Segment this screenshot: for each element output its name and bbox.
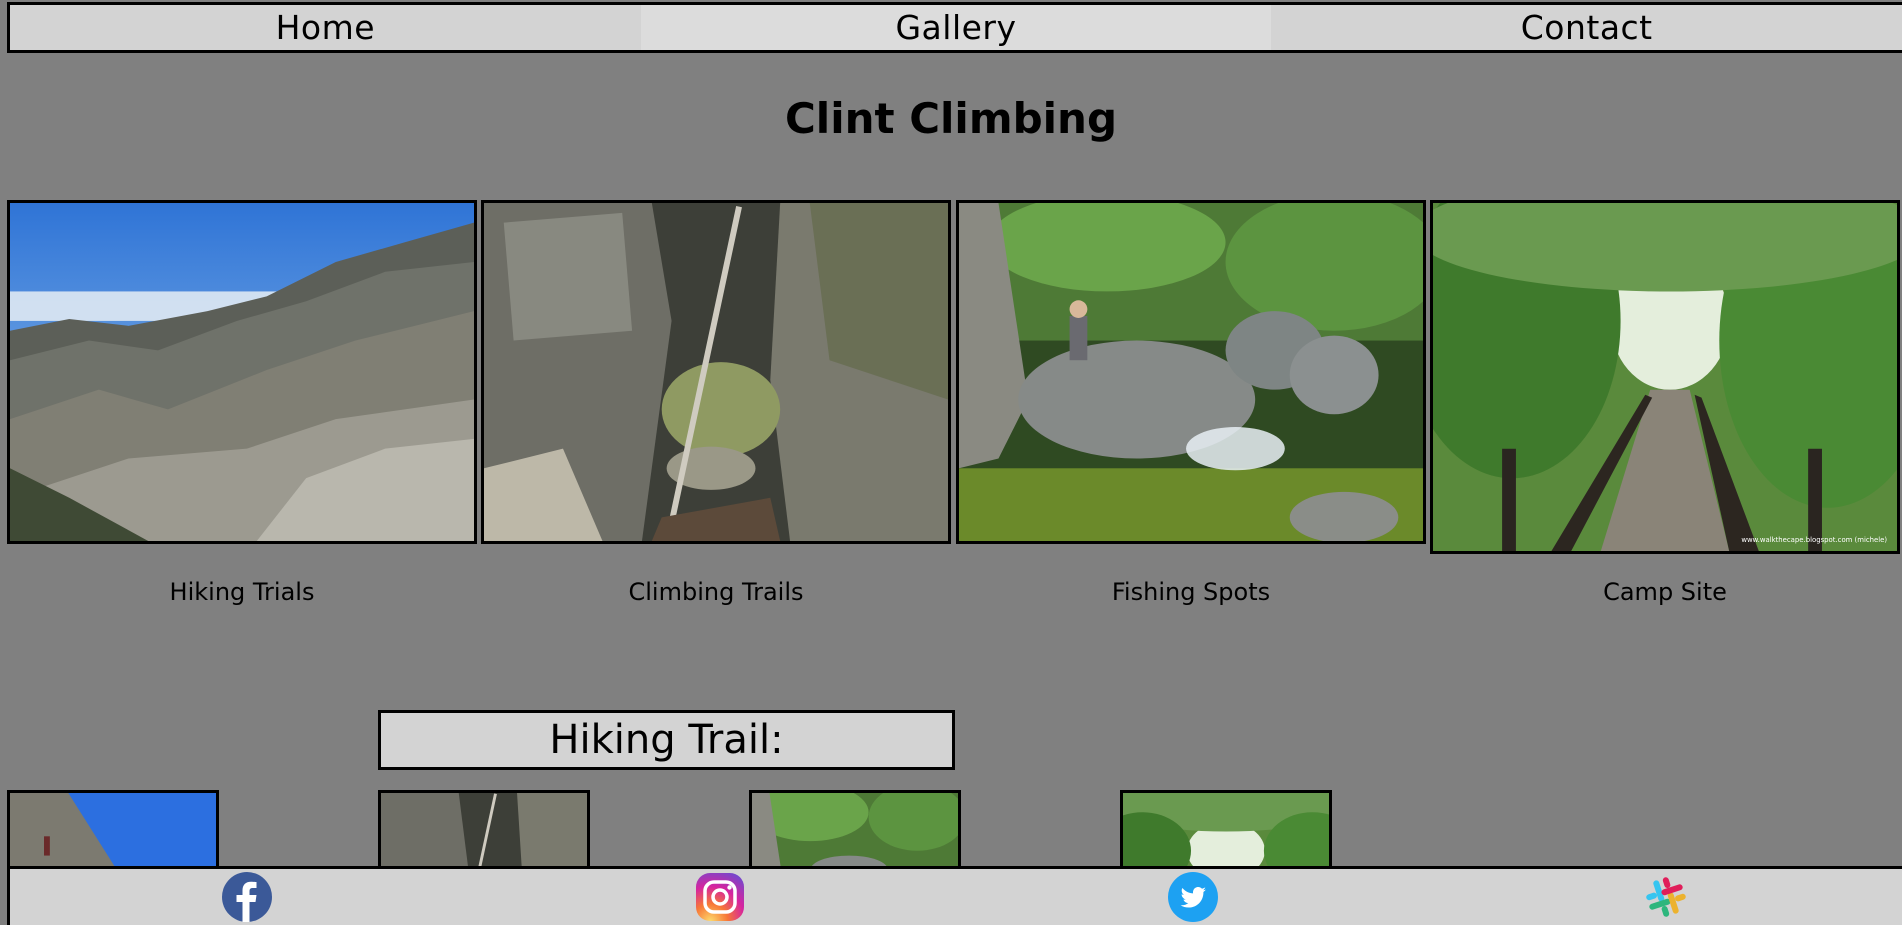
footer-social-bar [7,866,1902,925]
nav-home-link[interactable]: Home [10,5,641,50]
nav-contact-link[interactable]: Contact [1271,5,1902,50]
caption-fishing-spots: Fishing Spots [1111,578,1271,606]
hiking-trials-photo[interactable] [7,200,477,544]
slack-link[interactable] [1429,869,1902,925]
thumbnail-camp[interactable] [1120,790,1332,870]
twitter-icon [1167,872,1218,922]
thumbnail-climbing[interactable] [378,790,590,870]
fishing-spots-photo[interactable] [956,200,1426,544]
thumbnail-fishing[interactable] [749,790,961,870]
camp-site-photo[interactable]: www.walkthecape.blogspot.com (michele) [1430,200,1900,554]
instagram-link[interactable] [483,869,956,925]
thumbnail-hiking[interactable] [7,790,219,870]
slack-icon [1645,877,1686,917]
caption-hiking-trials: Hiking Trials [169,578,315,606]
climbing-trails-photo[interactable] [481,200,951,544]
top-navigation: Home Gallery Contact [7,2,1902,53]
photo-watermark: www.walkthecape.blogspot.com (michele) [1741,536,1887,544]
caption-camp-site: Camp Site [1603,578,1727,606]
page-title: Clint Climbing [784,94,1118,143]
instagram-icon [695,873,744,921]
facebook-link[interactable] [10,869,483,925]
hiking-trail-heading: Hiking Trail: [378,710,955,770]
twitter-link[interactable] [956,869,1429,925]
nav-gallery-link[interactable]: Gallery [640,5,1272,50]
caption-climbing-trails: Climbing Trails [628,578,804,606]
facebook-icon [221,872,272,922]
